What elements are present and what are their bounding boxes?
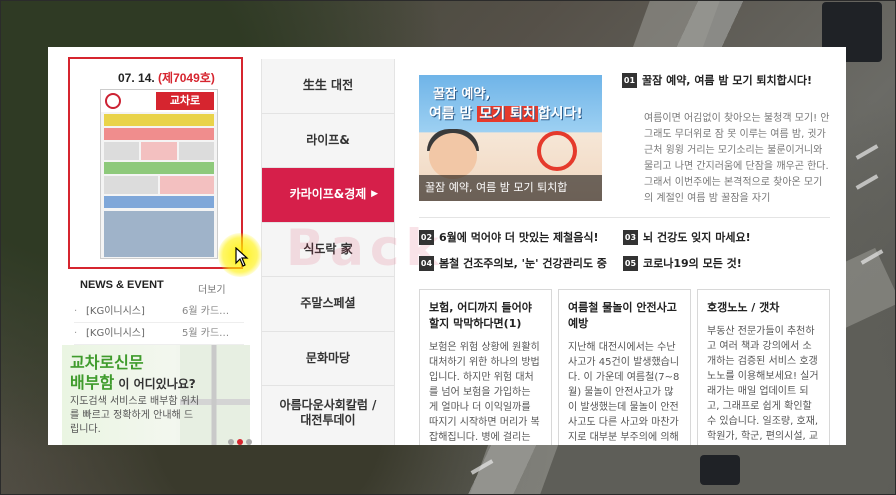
- thumb-block: [104, 114, 214, 126]
- banner-description: 지도검색 서비스로 배부함 위치를 빠르고 정확하게 안내해 드립니다.: [70, 396, 200, 435]
- article-link[interactable]: 02 6월에 먹어야 더 맛있는 제철음식!: [419, 229, 619, 245]
- article-number: 05: [623, 255, 638, 271]
- article-title: 6월에 먹어야 더 맛있는 제철음식!: [439, 231, 599, 244]
- article-title: 코로나19의 모든 것!: [643, 257, 742, 270]
- image-text-part: 합시다!: [537, 106, 583, 122]
- banner-line2-suffix: 이 어디있나요?: [114, 377, 196, 391]
- list-item[interactable]: · [KG이니시스] 5월 카드…: [74, 323, 244, 345]
- sleeper-illustration: [429, 133, 477, 179]
- card-body: 부동산 전문가들이 추천하고 여러 책과 강의에서 소개하는 검증된 서비스 호…: [707, 326, 819, 442]
- card-body: 보험은 위험 상황에 원활히 대처하기 위한 하나의 방법입니다. 하지만 위험…: [429, 342, 540, 443]
- feature-title-text: 꿀잠 예약, 여름 밤 모기 퇴치합시다!: [642, 74, 813, 87]
- distribution-map-banner[interactable]: 교차로신문 배부함 이 어디있나요? 지도검색 서비스로 배부함 위치를 빠르고…: [62, 345, 250, 445]
- divider: [419, 217, 830, 218]
- menu-item-culture[interactable]: 문화마당: [262, 332, 394, 386]
- feature-article-title[interactable]: 01 꿀잠 예약, 여름 밤 모기 퇴치합시다!: [622, 73, 830, 89]
- content-panel: 07. 14. (제7049호) 교차로 NEWS & EVENT 더보기 · …: [48, 47, 846, 445]
- menu-item-food[interactable]: 식도락 家: [262, 223, 394, 277]
- article-number: 01: [622, 73, 637, 88]
- news-item-date: 6월 카드…: [182, 306, 230, 317]
- news-item-date: 5월 카드…: [182, 328, 230, 339]
- newspaper-preview[interactable]: 07. 14. (제7049호) 교차로: [68, 57, 243, 269]
- thumb-grid: [104, 176, 214, 194]
- banner-line2-highlight: 배부함: [70, 373, 115, 392]
- article-card[interactable]: 여름철 물놀이 안전사고 예방 지난해 대전시에서는 수난사고가 45건이 발생…: [558, 289, 691, 445]
- article-link[interactable]: 04 봄철 건조주의보, '눈' 건강관리도 중: [419, 255, 619, 271]
- menu-item-carlife-economy[interactable]: 카라이프&경제 ▶: [262, 168, 394, 223]
- card-body: 지난해 대전시에서는 수난사고가 45건이 발생했습니다. 이 가운데 여름철(…: [568, 342, 680, 443]
- carousel-dot-active[interactable]: [237, 439, 243, 445]
- bullet-icon: ·: [74, 306, 78, 317]
- image-text-part: 여름 밤: [429, 106, 478, 122]
- issue-date-text: 07. 14.: [118, 71, 155, 85]
- newspaper-logo: 교차로: [156, 92, 214, 110]
- newspaper-thumbnail[interactable]: 교차로: [100, 89, 218, 259]
- card-title: 호갱노노 / 갯차: [707, 301, 780, 314]
- menu-label: 아름다운사회칼럼 / 대전투데이: [279, 398, 377, 428]
- thumb-photo: [104, 211, 214, 257]
- menu-label: 카라이프&경제: [289, 187, 367, 202]
- carousel-dot[interactable]: [228, 439, 234, 445]
- news-event-heading: NEWS & EVENT: [80, 279, 164, 291]
- menu-label: 식도락 家: [303, 241, 353, 256]
- menu-label: 生生 대전: [302, 78, 354, 93]
- thumb-block: [104, 196, 214, 208]
- carousel-dots: [228, 439, 252, 445]
- banner-line2: 배부함 이 어디있나요?: [70, 369, 196, 393]
- image-text-line1: 꿀잠 예약,: [433, 87, 491, 102]
- feature-image[interactable]: 꿀잠 예약, 여름 밤 모기 퇴치 합시다! 꿀잠 예약, 여름 밤 모기 퇴치합: [419, 75, 602, 201]
- article-link[interactable]: 05 코로나19의 모든 것!: [623, 255, 828, 271]
- news-item-title: [KG이니시스]: [86, 306, 145, 317]
- thumbnail-header: 교차로: [101, 90, 217, 112]
- menu-label: 문화마당: [305, 350, 351, 365]
- card-title: 여름철 물놀이 안전사고 예방: [568, 301, 677, 330]
- news-list: · [KG이니시스] 6월 카드… · [KG이니시스] 5월 카드…: [74, 301, 244, 345]
- menu-item-weekend-special[interactable]: 주말스페셜: [262, 277, 394, 332]
- menu-label: 라이프&: [306, 132, 350, 147]
- list-item[interactable]: · [KG이니시스] 6월 카드…: [74, 301, 244, 323]
- article-link[interactable]: 03 뇌 건강도 잊지 마세요!: [623, 229, 828, 245]
- image-text-line2: 여름 밤 모기 퇴치 합시다!: [429, 103, 583, 123]
- menu-item-saengsaeng[interactable]: 生生 대전: [262, 59, 394, 114]
- article-number: 02: [419, 229, 434, 245]
- article-area: 꿀잠 예약, 여름 밤 모기 퇴치 합시다! 꿀잠 예약, 여름 밤 모기 퇴치합…: [408, 59, 838, 445]
- issue-date: 07. 14. (제7049호): [118, 69, 215, 86]
- play-arrow-icon: ▶: [371, 189, 378, 200]
- no-mosquito-icon: [537, 131, 577, 171]
- article-title: 봄철 건조주의보, '눈' 건강관리도 중: [439, 257, 607, 270]
- menu-item-life[interactable]: 라이프&: [262, 114, 394, 168]
- article-number: 03: [623, 229, 638, 245]
- image-text-highlight: 모기 퇴치: [477, 106, 538, 122]
- article-card[interactable]: 보험, 어디까지 들어야할지 막막하다면(1) 보험은 위험 상황에 원활히 대…: [419, 289, 552, 445]
- mouse-pointer-icon: [235, 247, 249, 267]
- news-item-title: [KG이니시스]: [86, 328, 145, 339]
- issue-number: (제7049호): [158, 71, 215, 85]
- feature-article-body: 여름이면 어김없이 찾아오는 불청객 모기! 안 그래도 무더위로 잠 못 이루…: [644, 113, 830, 203]
- image-caption: 꿀잠 예약, 여름 밤 모기 퇴치합: [419, 175, 602, 201]
- article-title: 뇌 건강도 잊지 마세요!: [643, 231, 751, 244]
- article-cards: 보험, 어디까지 들어야할지 막막하다면(1) 보험은 위험 상황에 원활히 대…: [419, 289, 830, 445]
- carousel-dot[interactable]: [246, 439, 252, 445]
- thumb-grid: [104, 142, 214, 160]
- thumb-block: [104, 162, 214, 174]
- card-title: 보험, 어디까지 들어야할지 막막하다면(1): [429, 301, 532, 330]
- category-menu: 生生 대전 라이프& 카라이프&경제 ▶ 식도락 家 주말스페셜 문화마당 아름다…: [261, 59, 395, 445]
- menu-item-column[interactable]: 아름다운사회칼럼 / 대전투데이: [262, 386, 394, 441]
- news-more-link[interactable]: 더보기: [198, 281, 226, 296]
- article-card[interactable]: 호갱노노 / 갯차 부동산 전문가들이 추천하고 여러 책과 강의에서 소개하는…: [697, 289, 830, 445]
- article-number: 04: [419, 255, 434, 271]
- thumb-block: [104, 128, 214, 140]
- seal-icon: [105, 93, 121, 109]
- bullet-icon: ·: [74, 328, 78, 339]
- menu-label: 주말스페셜: [300, 296, 356, 311]
